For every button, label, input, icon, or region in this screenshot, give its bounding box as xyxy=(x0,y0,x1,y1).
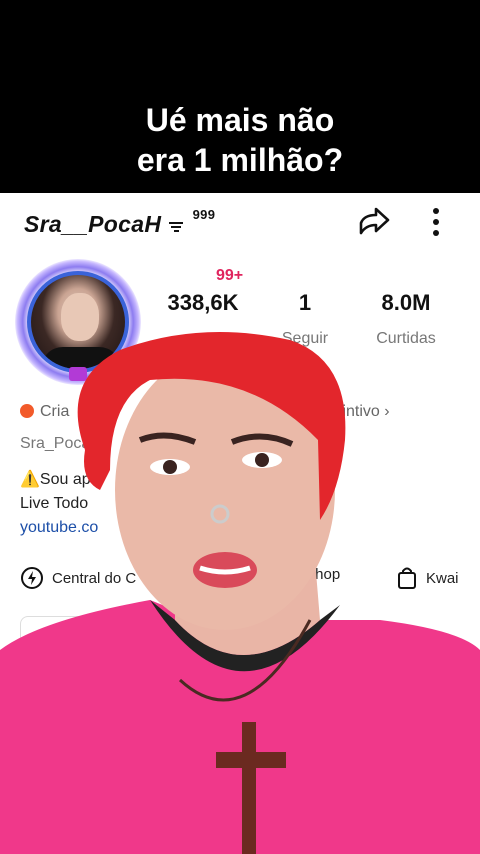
share-icon[interactable] xyxy=(356,205,392,241)
username-suffix: 999 xyxy=(192,207,216,222)
likes-count: 8.0M xyxy=(381,290,431,315)
profile-username: Sra__PocaH 999 xyxy=(24,207,215,238)
notification-badge: 99+ xyxy=(216,267,244,284)
more-vertical-icon[interactable] xyxy=(428,205,444,241)
followers-count: 338,6K xyxy=(167,290,239,315)
stat-followers[interactable]: 338,6K xyxy=(160,290,246,316)
username-text: Sra__PocaH xyxy=(24,211,162,237)
person-overlay xyxy=(0,332,480,854)
signal-icon xyxy=(168,221,183,232)
video-caption: Ué mais não era 1 milhão? xyxy=(0,100,480,180)
caption-line-1: Ué mais não xyxy=(145,102,335,138)
following-count: 1 xyxy=(298,290,312,315)
caption-line-2: era 1 milhão? xyxy=(136,142,344,178)
